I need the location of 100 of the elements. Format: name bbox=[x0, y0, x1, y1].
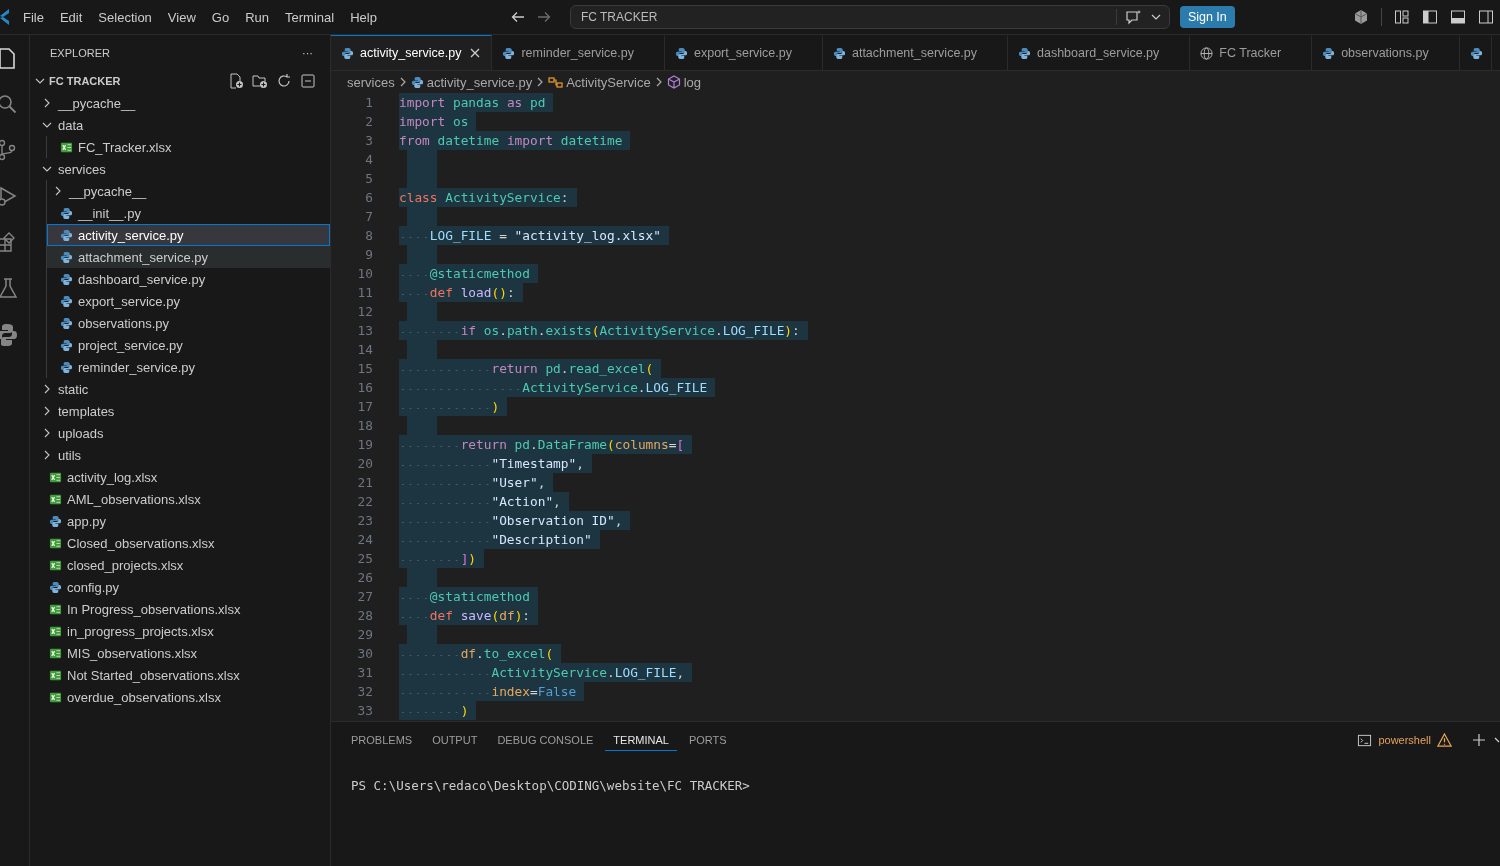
extensions-icon[interactable] bbox=[0, 232, 15, 252]
menu-item[interactable]: View bbox=[159, 5, 204, 29]
explorer-entry[interactable]: config.py bbox=[30, 576, 330, 598]
explorer-entry[interactable]: in_progress_projects.xlsx bbox=[30, 620, 330, 642]
explorer-entry[interactable]: export_service.py bbox=[47, 290, 330, 312]
explorer-entry[interactable]: AML_observations.xlsx bbox=[30, 488, 330, 510]
explorer-entry[interactable]: dashboard_service.py bbox=[47, 268, 330, 290]
explorer-entry[interactable]: static bbox=[30, 378, 330, 400]
python-file-icon bbox=[502, 46, 516, 60]
line-number: 19 bbox=[356, 437, 373, 452]
explorer-entry[interactable]: observations.py bbox=[47, 312, 330, 334]
accounts-icon[interactable] bbox=[1353, 9, 1369, 25]
python-icon[interactable] bbox=[0, 324, 17, 346]
folder-title[interactable]: FC TRACKER bbox=[49, 75, 225, 87]
line-number: 29 bbox=[356, 627, 373, 642]
files-icon[interactable] bbox=[0, 48, 15, 69]
chevron-down-icon[interactable] bbox=[1494, 735, 1500, 745]
more-actions[interactable]: ··· bbox=[302, 46, 313, 59]
class-icon bbox=[548, 75, 564, 89]
search-icon[interactable] bbox=[0, 95, 17, 114]
line-number: 8 bbox=[364, 228, 373, 243]
plus-icon[interactable] bbox=[1470, 732, 1488, 748]
spreadsheet-icon bbox=[49, 668, 62, 682]
chat-icon[interactable] bbox=[1124, 9, 1143, 25]
collapse-all-icon[interactable] bbox=[300, 73, 316, 89]
menu-item[interactable]: Edit bbox=[51, 5, 91, 29]
line-number: 32 bbox=[356, 684, 373, 699]
explorer-entry[interactable]: templates bbox=[30, 400, 330, 422]
menu-item[interactable]: Run bbox=[237, 5, 277, 29]
spreadsheet-icon bbox=[49, 646, 62, 660]
command-center-field[interactable]: FC TRACKER bbox=[569, 5, 1170, 29]
line-number: 7 bbox=[364, 209, 373, 224]
explorer-entry[interactable]: __init__.py bbox=[47, 202, 330, 224]
line-number: 3 bbox=[364, 133, 373, 148]
line-number: 14 bbox=[356, 342, 373, 357]
python-file-icon bbox=[60, 272, 73, 286]
explorer-entry[interactable]: In Progress_observations.xlsx bbox=[30, 598, 330, 620]
menu-item[interactable]: Terminal bbox=[277, 5, 343, 29]
breadcrumb-item[interactable]: ActivityService bbox=[566, 74, 651, 90]
app-logo-icon bbox=[0, 9, 9, 25]
explorer-entry[interactable]: Closed_observations.xlsx bbox=[30, 532, 330, 554]
explorer-entry[interactable]: project_service.py bbox=[47, 334, 330, 356]
explorer-entry[interactable]: __pycache__ bbox=[30, 92, 330, 114]
source-control-icon[interactable] bbox=[0, 139, 16, 161]
menu-item[interactable]: File bbox=[15, 5, 52, 29]
menu-item[interactable]: Selection bbox=[90, 5, 160, 29]
explorer-entry[interactable]: services bbox=[30, 158, 330, 180]
python-file-icon bbox=[341, 46, 354, 60]
explorer-entry[interactable]: FC_Tracker.xlsx bbox=[47, 136, 330, 158]
menu-item[interactable]: Help bbox=[342, 5, 385, 29]
python-file-icon bbox=[1469, 46, 1483, 60]
explorer-entry[interactable]: attachment_service.py bbox=[47, 246, 330, 268]
sidebar-toggle-icon[interactable] bbox=[1422, 9, 1438, 25]
panel-tab[interactable]: PROBLEMS bbox=[343, 729, 421, 751]
python-file-icon bbox=[49, 514, 62, 528]
explorer-entry[interactable]: app.py bbox=[30, 510, 330, 532]
line-number: 10 bbox=[356, 266, 373, 281]
line-number: 22 bbox=[356, 494, 373, 509]
sign-in-button[interactable]: Sign In bbox=[1179, 6, 1235, 28]
shell-name[interactable]: powershell bbox=[1378, 734, 1431, 746]
line-number: 33 bbox=[356, 703, 373, 718]
panel-toggle-icon[interactable] bbox=[1450, 9, 1466, 25]
warning-icon[interactable] bbox=[1437, 733, 1452, 747]
back-arrow-icon[interactable] bbox=[509, 9, 526, 25]
explorer-entry[interactable]: utils bbox=[30, 444, 330, 466]
explorer-entry[interactable]: activity_log.xlsx bbox=[30, 466, 330, 488]
layout-icon[interactable] bbox=[1394, 9, 1410, 25]
line-number: 1 bbox=[364, 95, 373, 110]
new-file-icon[interactable] bbox=[228, 73, 244, 89]
terminal-prompt: PS C:\Users\redaco\Desktop\CODING\website\FC TRACKER> bbox=[350, 777, 751, 793]
terminal-icon[interactable] bbox=[1357, 732, 1373, 748]
breadcrumb-item[interactable]: activity_service.py bbox=[426, 74, 533, 90]
line-number: 23 bbox=[356, 513, 373, 528]
breadcrumb-item[interactable]: log bbox=[683, 74, 702, 90]
new-folder-icon[interactable] bbox=[252, 73, 268, 89]
explorer-entry[interactable]: activity_service.py bbox=[47, 224, 330, 246]
explorer-entry[interactable]: Not Started_observations.xlsx bbox=[30, 664, 330, 686]
breadcrumb-item[interactable]: services bbox=[347, 74, 395, 90]
secondary-sidebar-icon[interactable] bbox=[1478, 9, 1494, 25]
explorer-entry[interactable]: MIS_observations.xlsx bbox=[30, 642, 330, 664]
panel-tab[interactable]: OUTPUT bbox=[424, 729, 486, 751]
explorer-entry[interactable]: reminder_service.py bbox=[47, 356, 330, 378]
panel-tab[interactable]: PORTS bbox=[680, 729, 735, 751]
spreadsheet-icon bbox=[49, 624, 62, 638]
panel-tab[interactable]: TERMINAL bbox=[605, 729, 677, 751]
menu-item[interactable]: Go bbox=[203, 5, 238, 29]
line-number: 24 bbox=[356, 532, 373, 547]
explorer-entry[interactable]: data bbox=[30, 114, 330, 136]
forward-arrow-icon[interactable] bbox=[535, 9, 552, 25]
explorer-entry[interactable]: overdue_observations.xlsx bbox=[30, 686, 330, 708]
panel-tab[interactable]: DEBUG CONSOLE bbox=[489, 729, 602, 751]
explorer-entry[interactable]: closed_projects.xlsx bbox=[30, 554, 330, 576]
explorer-entry[interactable]: uploads bbox=[30, 422, 330, 444]
run-debug-icon[interactable] bbox=[0, 186, 17, 206]
chevron-down-icon[interactable] bbox=[1150, 12, 1161, 22]
spreadsheet-icon bbox=[49, 536, 62, 550]
refresh-icon[interactable] bbox=[276, 73, 292, 89]
editor-tab[interactable]: activity_service.py bbox=[331, 35, 493, 70]
explorer-entry[interactable]: __pycache__ bbox=[47, 180, 330, 202]
flask-icon[interactable] bbox=[0, 278, 18, 298]
